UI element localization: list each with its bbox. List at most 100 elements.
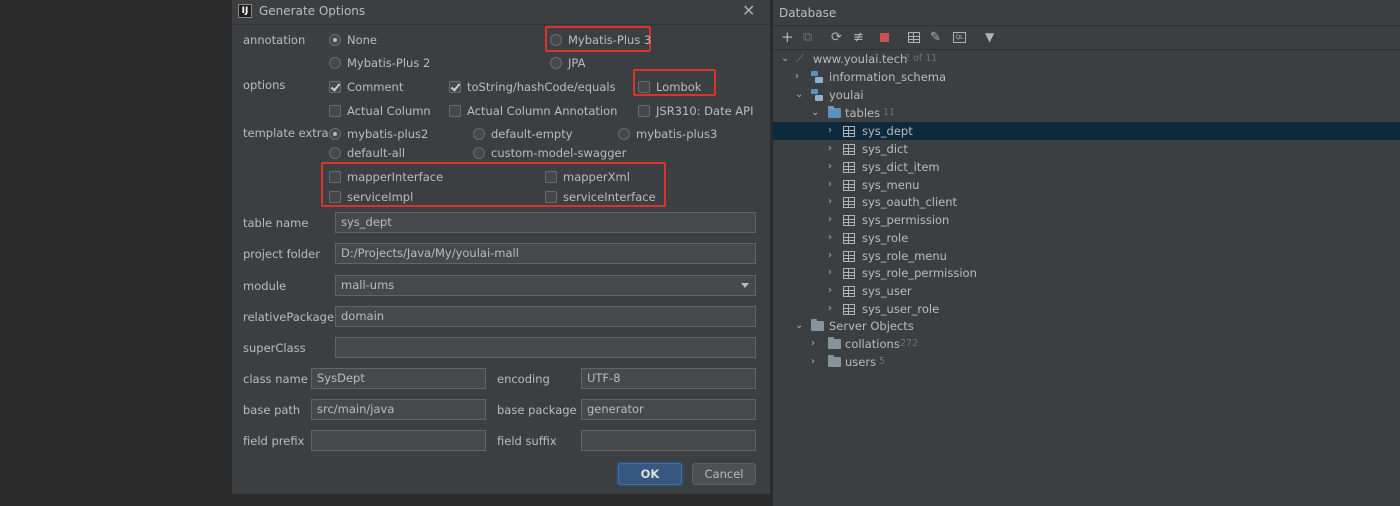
relative-package-field[interactable]: domain [335,306,756,327]
editor-background [0,0,232,506]
radio-icon [329,128,341,140]
checkbox-icon [329,105,341,117]
chevron-down-icon[interactable]: ⌄ [795,317,803,335]
filter-icon[interactable]: ▼ [985,31,994,44]
folder-icon [811,319,824,331]
table-name-label: table name [243,216,309,230]
chevron-right-icon[interactable]: › [828,122,832,140]
chevron-right-icon[interactable]: › [828,193,832,211]
tree-connection[interactable]: ⌄ ⟋ www.youlai.tech 2 of 11 [773,50,1400,68]
add-icon[interactable]: + [781,30,794,45]
module-select-value: mall-ums [341,278,395,292]
chevron-right-icon[interactable]: › [828,229,832,247]
checkbox-icon [329,171,341,183]
close-icon[interactable]: ✕ [742,2,755,20]
schema-icon [811,89,823,101]
schema-label: information_schema [829,70,947,84]
chevron-right-icon[interactable]: › [811,353,815,371]
chevron-down-icon[interactable]: ⌄ [795,86,803,104]
tree-table-row[interactable]: › sys_oauth_client [773,193,1400,211]
tree-schema-youlai[interactable]: ⌄ youlai [773,86,1400,104]
tree-table-row[interactable]: › sys_menu [773,176,1400,194]
chevron-right-icon[interactable]: › [828,176,832,194]
tree-collations[interactable]: › collations 272 [773,335,1400,353]
template-default-empty-label: default-empty [491,127,573,141]
extra-service-interface-label: serviceInterface [563,190,656,204]
field-prefix-field[interactable] [311,430,486,451]
tree-table-row[interactable]: › sys_user_role [773,300,1400,318]
tree-table-row[interactable]: › sys_role [773,229,1400,247]
chevron-right-icon[interactable]: › [828,211,832,229]
table-label: sys_user [862,284,912,298]
checkbox-icon [638,81,650,93]
annotation-mybatis-plus3-label: Mybatis-Plus 3 [568,33,652,47]
radio-icon [473,128,485,140]
tree-table-row[interactable]: › sys_dict [773,140,1400,158]
table-label: sys_oauth_client [862,195,958,209]
table-label: sys_dict_item [862,160,940,174]
table-icon [843,286,855,297]
tree-server-objects[interactable]: ⌄ Server Objects [773,317,1400,335]
relative-package-label: relativePackage [243,310,335,324]
sql-console-icon[interactable]: QL [953,32,966,43]
base-package-field[interactable]: generator [581,399,756,420]
tree-users[interactable]: › users 5 [773,353,1400,371]
annotation-label: annotation [243,33,306,47]
chevron-right-icon[interactable]: › [828,282,832,300]
database-panel: Database + ⧉ ⟳ ≢ ✎ QL ▼ ⌄ ⟋ www.youlai.t… [773,0,1400,506]
schema-icon [811,71,823,83]
chevron-right-icon[interactable]: › [828,158,832,176]
folder-icon [828,355,841,367]
chevron-right-icon[interactable]: › [795,68,799,86]
chevron-right-icon[interactable]: › [828,300,832,318]
table-label: sys_user_role [862,302,940,316]
stop-icon[interactable] [880,33,889,42]
module-select[interactable]: mall-ums [335,275,756,296]
tree-schema-information-schema[interactable]: › information_schema [773,68,1400,86]
encoding-field[interactable]: UTF-8 [581,368,756,389]
generate-options-dialog: IJ Generate Options ✕ annotation None My… [232,0,771,494]
chevron-right-icon[interactable]: › [828,140,832,158]
field-suffix-field[interactable] [581,430,756,451]
edit-properties-icon[interactable]: ≢ [853,31,864,44]
table-label: sys_role [862,231,909,245]
checkbox-icon [638,105,650,117]
ok-button[interactable]: OK [618,463,682,485]
template-custom-model-swagger-label: custom-model-swagger [491,146,627,160]
refresh-icon[interactable]: ⟳ [831,31,842,44]
chevron-right-icon[interactable]: › [828,264,832,282]
table-name-field[interactable]: sys_dept [335,212,756,233]
chevron-down-icon [741,283,749,288]
dialog-titlebar: IJ Generate Options ✕ [232,0,770,25]
table-label: sys_dict [862,142,908,156]
annotation-mybatis-plus2-label: Mybatis-Plus 2 [347,56,431,70]
database-panel-header: Database [773,0,1400,26]
tree-table-row[interactable]: › sys_dict_item [773,158,1400,176]
option-lombok-label: Lombok [656,80,702,94]
tree-table-row[interactable]: › sys_role_menu [773,247,1400,265]
tree-table-row[interactable]: › sys_dept [773,122,1400,140]
tree-tables-folder[interactable]: ⌄ tables 11 [773,104,1400,122]
tree-table-row[interactable]: › sys_user [773,282,1400,300]
radio-icon [550,34,562,46]
super-class-field[interactable] [335,337,756,358]
copy-icon[interactable]: ⧉ [803,31,812,44]
edit-icon[interactable]: ✎ [930,31,941,44]
tree-table-row[interactable]: › sys_role_permission [773,264,1400,282]
class-name-label: class name [243,372,308,386]
chevron-down-icon[interactable]: ⌄ [781,50,789,68]
annotation-none-label: None [347,33,378,47]
cancel-button[interactable]: Cancel [692,463,756,485]
table-icon [843,268,855,279]
radio-icon [550,57,562,69]
base-path-field[interactable]: src/main/java [311,399,486,420]
chevron-down-icon[interactable]: ⌄ [811,104,819,122]
chevron-right-icon[interactable]: › [828,247,832,265]
class-name-field[interactable]: SysDept [311,368,486,389]
intellij-icon: IJ [238,4,252,18]
tree-table-row[interactable]: › sys_permission [773,211,1400,229]
project-folder-field[interactable]: D:/Projects/Java/My/youlai-mall [335,243,756,264]
table-icon [843,215,855,226]
chevron-right-icon[interactable]: › [811,335,815,353]
table-icon[interactable] [908,32,920,43]
